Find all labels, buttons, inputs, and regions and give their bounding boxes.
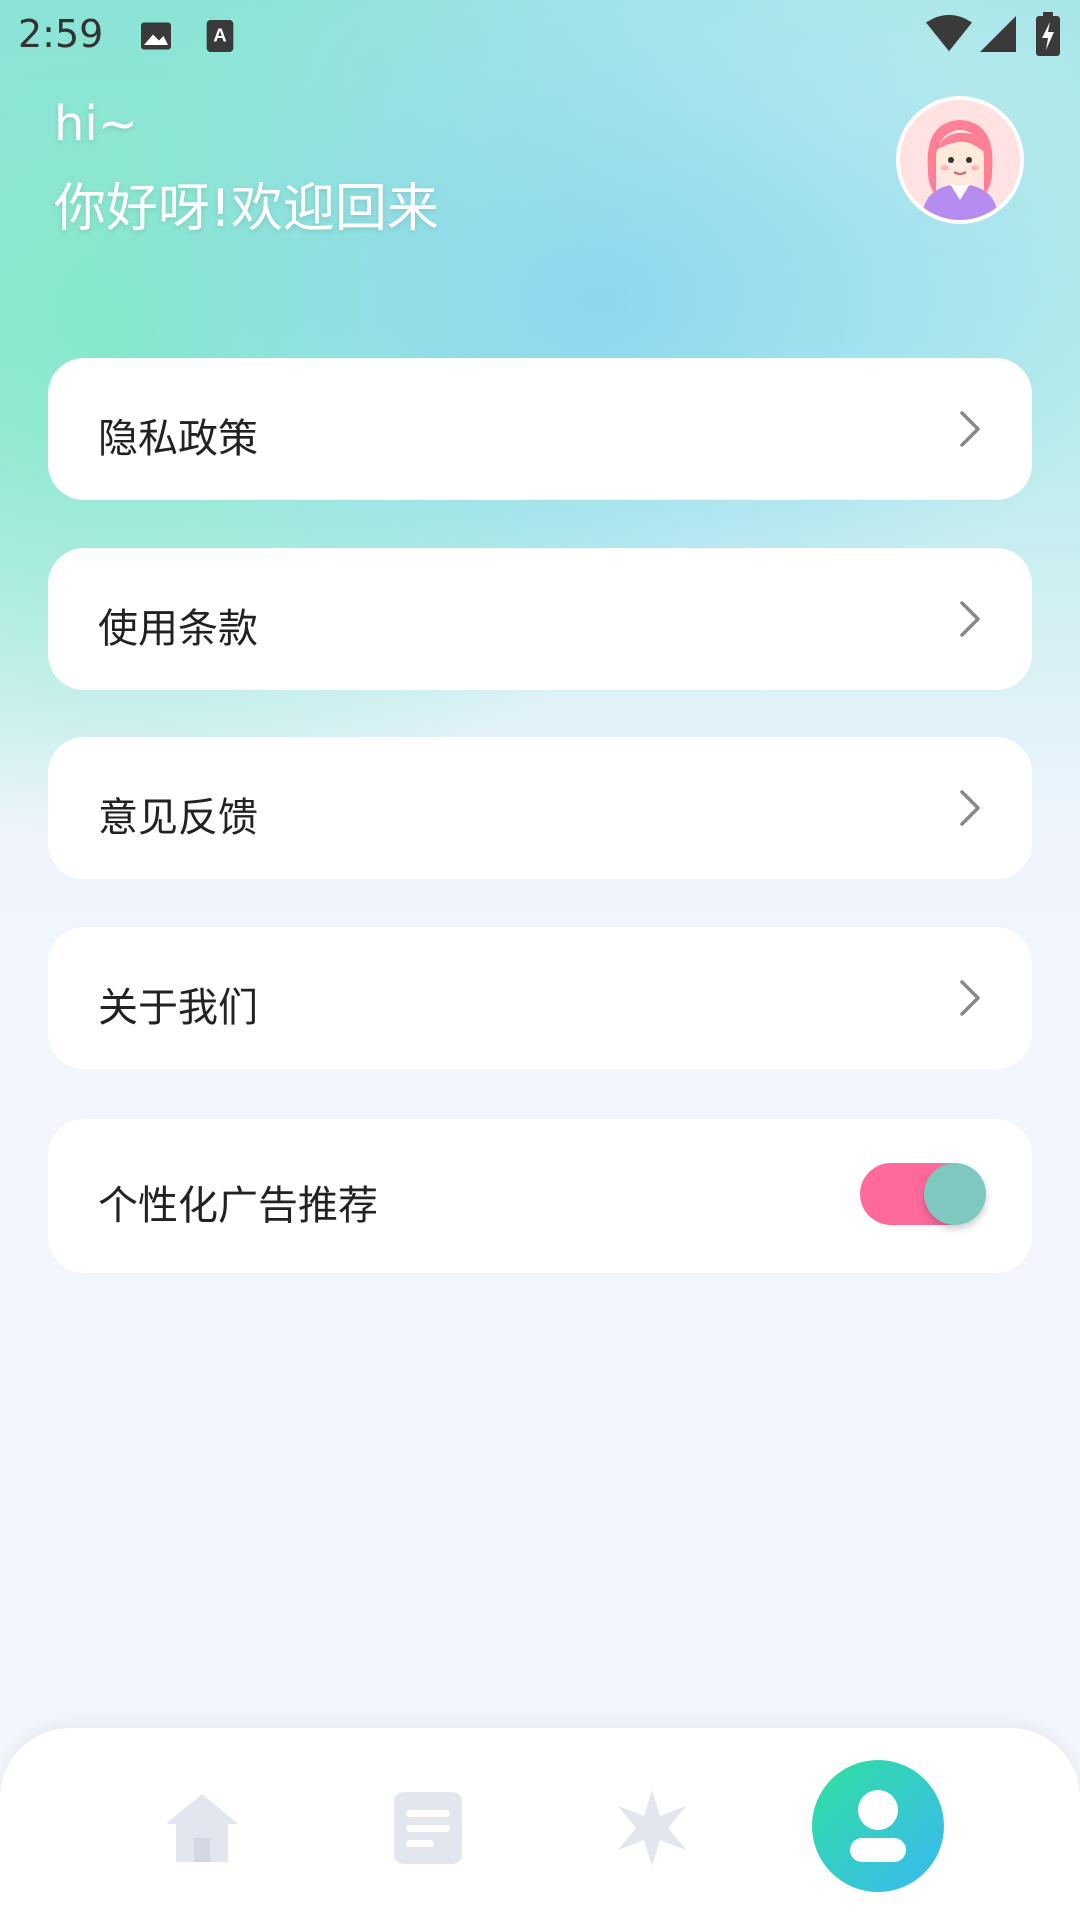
- avatar-girl-icon: [900, 100, 1020, 220]
- personalized-ads-row: 个性化广告推荐: [48, 1119, 1032, 1273]
- menu-item-about-us[interactable]: 关于我们: [48, 927, 1032, 1069]
- menu-item-terms-of-use[interactable]: 使用条款: [48, 548, 1032, 690]
- svg-text:A: A: [213, 24, 226, 45]
- chevron-right-icon: [960, 790, 980, 826]
- sparkle-icon[interactable]: [612, 1788, 692, 1868]
- menu-item-privacy-policy[interactable]: 隐私政策: [48, 358, 1032, 500]
- profile-icon: [850, 1790, 906, 1862]
- toggle-knob: [924, 1163, 986, 1225]
- chevron-right-icon: [960, 601, 980, 637]
- list-icon[interactable]: [388, 1788, 468, 1868]
- keyboard-a-icon: A: [206, 20, 234, 52]
- avatar[interactable]: [896, 96, 1024, 224]
- battery-charging-icon: [1036, 12, 1060, 56]
- signal-icon: [980, 16, 1016, 52]
- bottom-nav: [0, 1728, 1080, 1920]
- home-icon[interactable]: [162, 1788, 242, 1868]
- wifi-icon: [926, 14, 972, 52]
- menu-item-label: 关于我们: [98, 985, 258, 1031]
- menu-item-label: 意见反馈: [98, 795, 258, 841]
- status-time: 2:59: [18, 12, 104, 56]
- profile-tab-active[interactable]: [812, 1760, 944, 1892]
- status-bar: 2:59 A: [0, 0, 1080, 72]
- image-icon: [141, 22, 171, 50]
- menu-item-feedback[interactable]: 意见反馈: [48, 737, 1032, 879]
- personalized-ads-label: 个性化广告推荐: [98, 1183, 378, 1229]
- menu-item-label: 隐私政策: [98, 416, 258, 462]
- personalized-ads-toggle[interactable]: [860, 1163, 986, 1225]
- chevron-right-icon: [960, 980, 980, 1016]
- chevron-right-icon: [960, 411, 980, 447]
- welcome-text: 你好呀!欢迎回来: [54, 179, 439, 239]
- menu-item-label: 使用条款: [98, 606, 258, 652]
- greeting-text: hi~: [54, 96, 138, 152]
